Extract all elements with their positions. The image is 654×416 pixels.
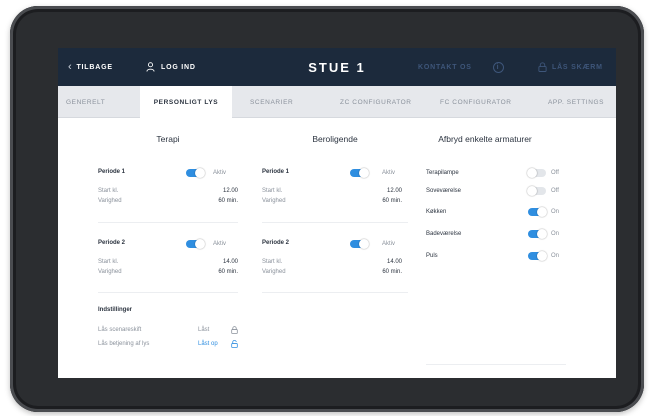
terapi-period-1-start-value: 12.00 <box>222 188 238 194</box>
tab-scenarier[interactable]: SCENARIER <box>250 86 293 118</box>
fixture-name-sovevaerelse: Soveværelse <box>426 188 462 194</box>
terapi-period-2-start-label: Start kl. <box>98 259 119 265</box>
beroligende-period-1-start-value: 12.00 <box>386 188 402 194</box>
beroligende-period-2-duration-label: Varighed <box>262 269 286 275</box>
terapi-period-2-duration-value: 60 min. <box>218 269 238 275</box>
tablet-frame: ‹ TILBAGE LOG IND STUE 1 KONTAKT OS i LÅ… <box>10 6 644 412</box>
contact-us-link[interactable]: KONTAKT OS <box>418 48 472 86</box>
terapi-period-1-duration-value: 60 min. <box>218 198 238 204</box>
login-button[interactable]: LOG IND <box>146 48 196 86</box>
terapi-period-1-status: Aktiv <box>213 170 227 176</box>
login-label: LOG IND <box>161 63 196 71</box>
back-button[interactable]: ‹ TILBAGE <box>68 48 113 86</box>
terapi-period-2-toggle[interactable] <box>186 239 205 249</box>
fixture-state-sovevaerelse: Off <box>551 188 559 194</box>
terapi-period-1-duration-label: Varighed <box>98 198 122 204</box>
beroligende-period-2-duration-value: 60 min. <box>382 269 402 275</box>
divider <box>98 292 238 293</box>
room-title: STUE 1 <box>308 59 366 75</box>
fixture-name-kokken: Køkken <box>426 209 447 215</box>
info-button[interactable]: i <box>492 48 504 86</box>
tab-bar: GENERELT PERSONLIGT LYS SCENARIER ZC CON… <box>58 86 616 118</box>
beroligende-heading: Beroligende <box>312 134 358 144</box>
tab-app-settings[interactable]: APP. SETTINGS <box>548 86 604 118</box>
divider <box>98 222 238 223</box>
info-icon: i <box>492 61 504 73</box>
fixture-toggle-terapilampe[interactable] <box>527 168 546 178</box>
beroligende-period-2-start-label: Start kl. <box>262 259 283 265</box>
fixture-name-puls: Puls <box>426 253 438 259</box>
beroligende-period-2-status: Aktiv <box>382 241 396 247</box>
divider <box>262 222 408 223</box>
beroligende-period-2-start-value: 14.00 <box>386 259 402 265</box>
terapi-period-1-start-label: Start kl. <box>98 188 119 194</box>
terapi-period-2-status: Aktiv <box>213 241 227 247</box>
terapi-period-2-name: Periode 2 <box>98 240 126 246</box>
lock-screen-label: LÅS SKÆRM <box>552 63 603 71</box>
fixture-toggle-badevaerelse[interactable] <box>528 229 547 239</box>
user-icon <box>146 62 155 72</box>
lock-screen-button[interactable]: LÅS SKÆRM <box>538 48 603 86</box>
beroligende-period-2-name: Periode 2 <box>262 240 290 246</box>
top-bar: ‹ TILBAGE LOG IND STUE 1 KONTAKT OS i LÅ… <box>58 48 616 86</box>
lock-light-control-value[interactable]: Låst op <box>198 341 218 347</box>
lock-light-control-label: Lås betjening af lys <box>98 341 150 347</box>
terapi-period-2-start-value: 14.00 <box>222 259 238 265</box>
tab-personligt-lys[interactable]: PERSONLIGT LYS <box>140 86 232 118</box>
back-label: TILBAGE <box>76 63 113 71</box>
beroligende-period-1-toggle[interactable] <box>350 168 369 178</box>
beroligende-period-2-toggle[interactable] <box>350 239 369 249</box>
beroligende-period-1-duration-label: Varighed <box>262 198 286 204</box>
chevron-left-icon: ‹ <box>68 61 73 73</box>
beroligende-period-1-name: Periode 1 <box>262 169 290 175</box>
fixture-state-kokken: On <box>551 209 560 215</box>
settings-title: Indstillinger <box>98 307 133 313</box>
divider <box>262 292 408 293</box>
lock-scenario-label: Lås scenareskift <box>98 327 142 333</box>
fixture-state-terapilampe: Off <box>551 170 559 176</box>
beroligende-period-1-duration-value: 60 min. <box>382 198 402 204</box>
terapi-period-2-duration-label: Varighed <box>98 269 122 275</box>
terapi-period-1-name: Periode 1 <box>98 169 126 175</box>
divider <box>426 364 566 365</box>
fixture-toggle-kokken[interactable] <box>528 207 547 217</box>
fixture-name-terapilampe: Terapilampe <box>426 170 459 176</box>
unlocked-padlock-icon[interactable] <box>231 340 238 348</box>
terapi-heading: Terapi <box>156 134 180 144</box>
tab-zc-configurator[interactable]: ZC CONFIGURATOR <box>340 86 412 118</box>
locked-padlock-icon[interactable] <box>231 326 238 334</box>
fixture-state-puls: On <box>551 253 560 259</box>
fixture-state-badevaerelse: On <box>551 231 560 237</box>
fixture-toggle-sovevaerelse[interactable] <box>527 186 546 196</box>
beroligende-period-1-start-label: Start kl. <box>262 188 283 194</box>
lock-scenario-value[interactable]: Låst <box>198 327 209 333</box>
fixtures-heading: Afbryd enkelte armaturer <box>438 134 532 144</box>
padlock-icon <box>538 62 547 72</box>
tab-fc-configurator[interactable]: FC CONFIGURATOR <box>440 86 512 118</box>
tab-generelt[interactable]: GENERELT <box>66 86 105 118</box>
fixture-name-badevaerelse: Badeværelse <box>426 231 462 237</box>
terapi-period-1-toggle[interactable] <box>186 168 205 178</box>
app-screen: ‹ TILBAGE LOG IND STUE 1 KONTAKT OS i LÅ… <box>58 48 616 378</box>
beroligende-period-1-status: Aktiv <box>382 170 396 176</box>
fixture-toggle-puls[interactable] <box>528 251 547 261</box>
